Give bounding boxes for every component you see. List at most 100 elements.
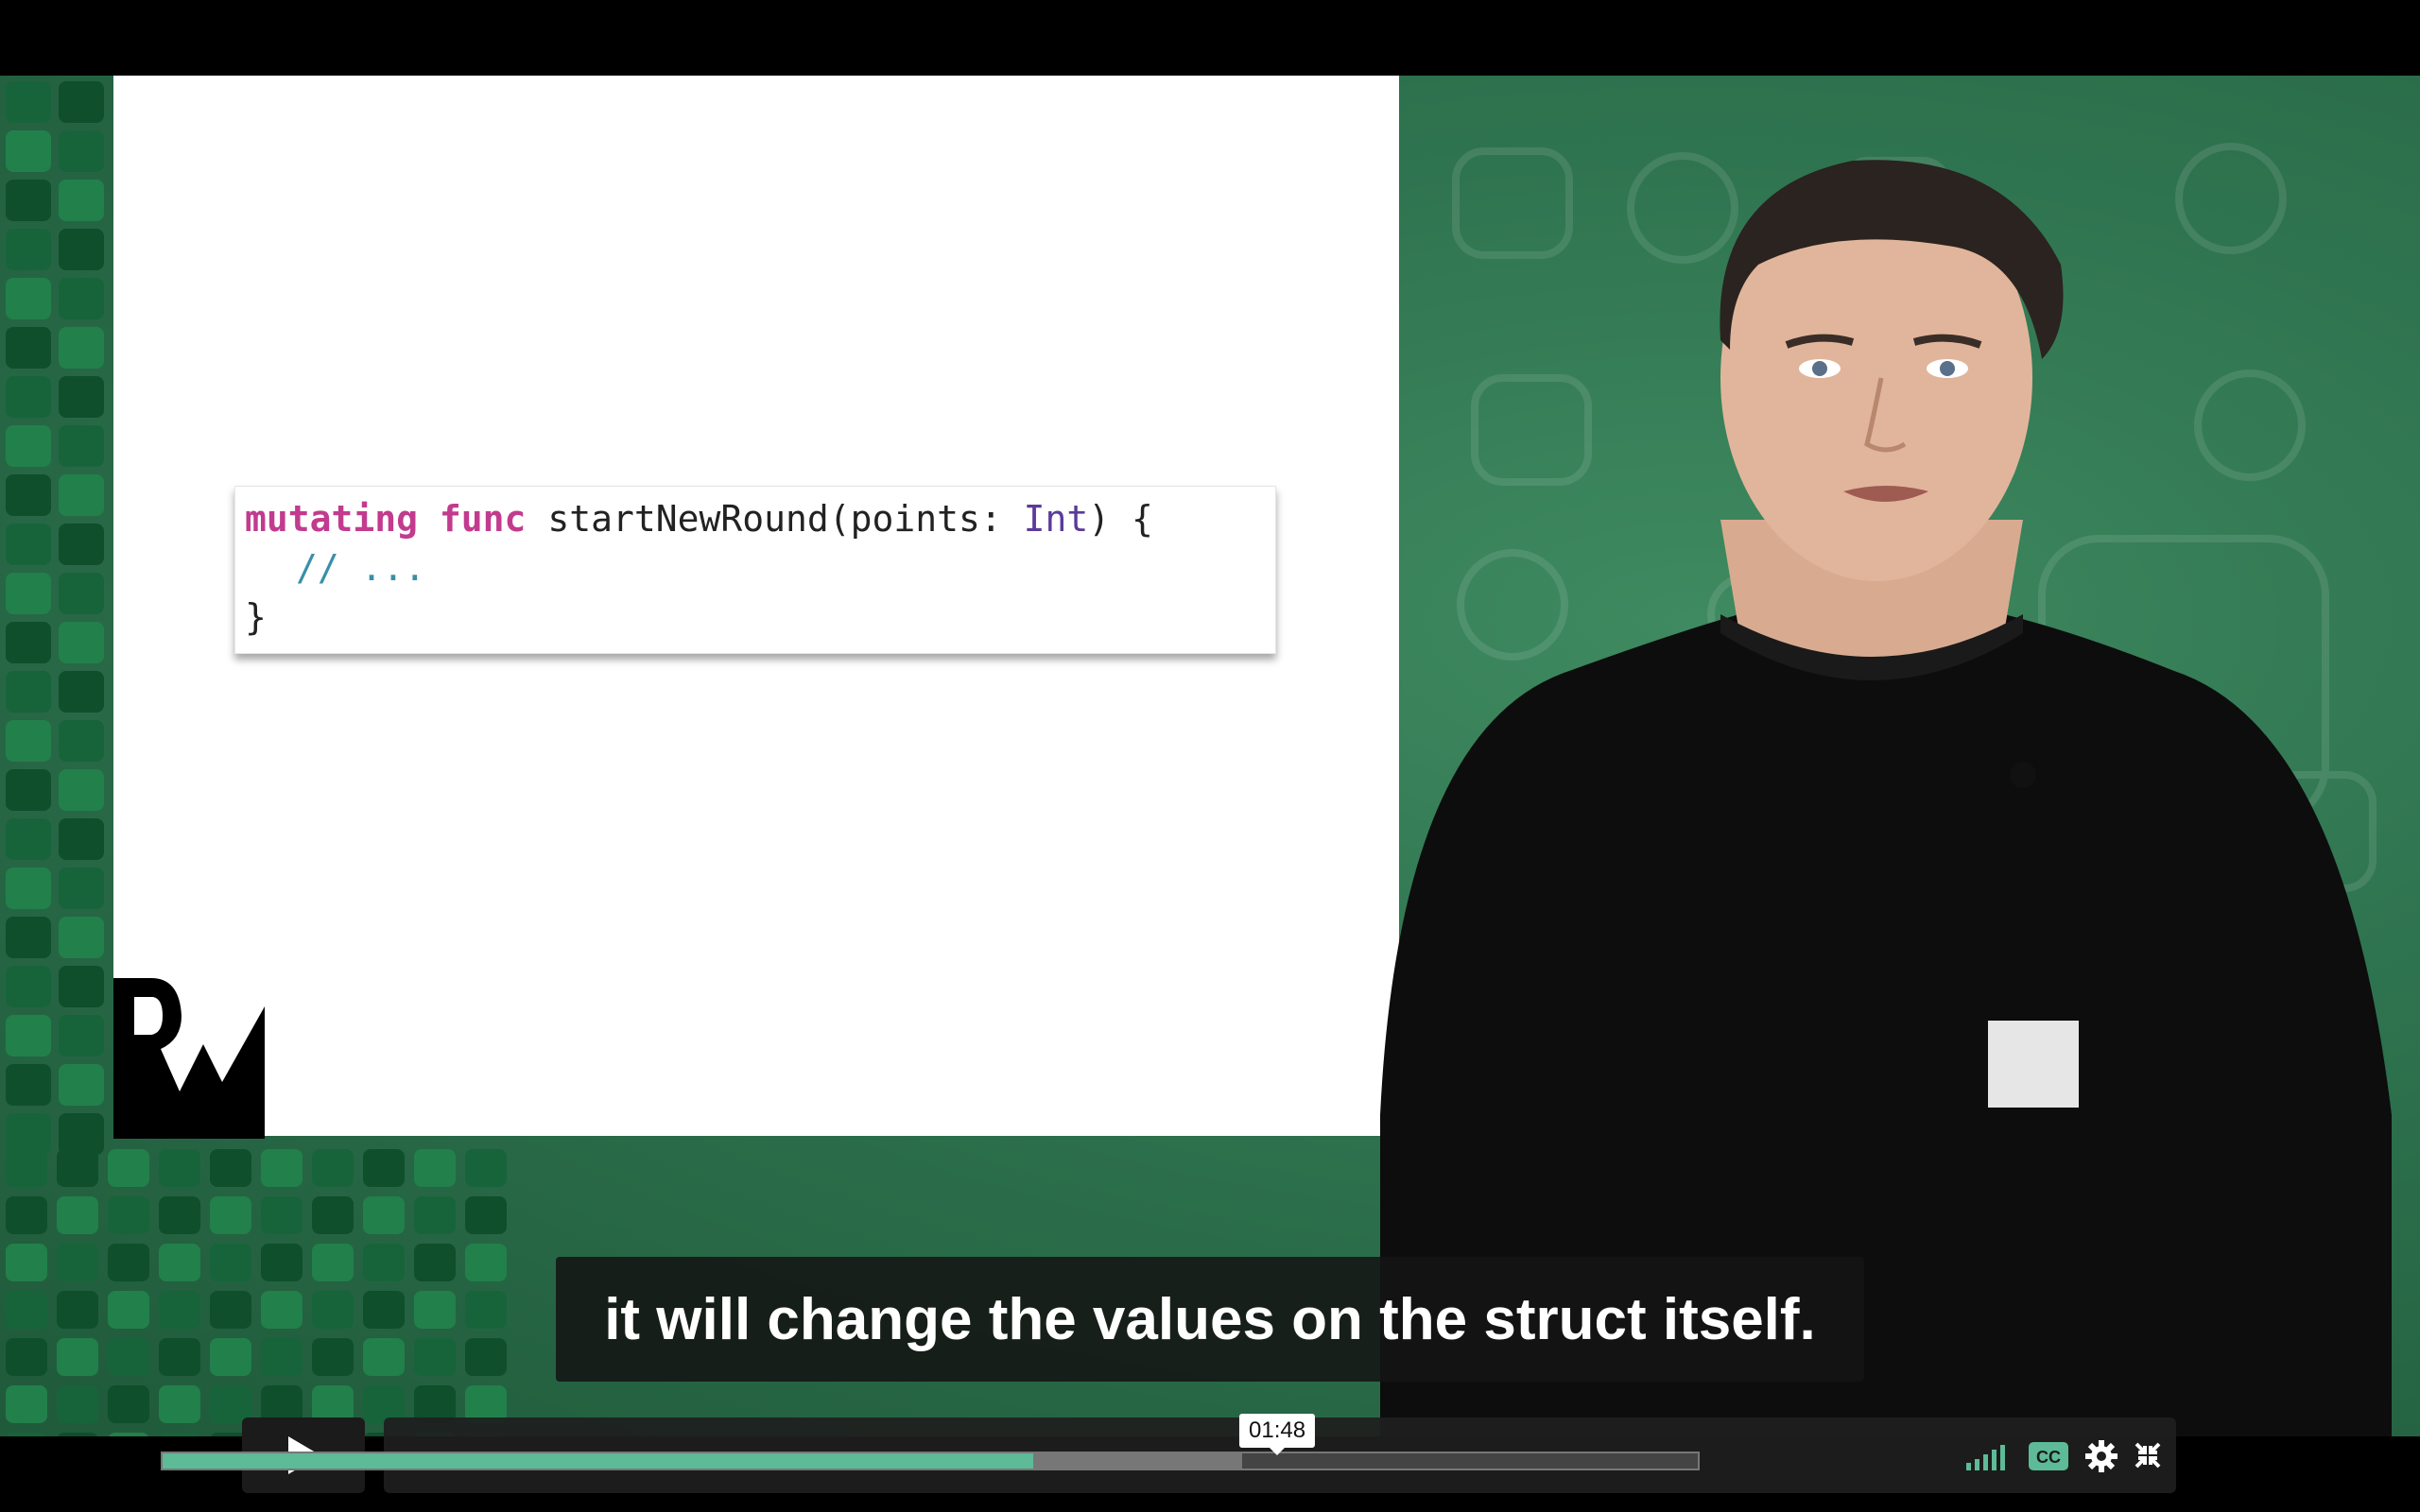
background-tile (59, 818, 104, 860)
background-tile-pattern (0, 76, 110, 1160)
video-frame[interactable]: mutating func startNewRound(points: Int)… (0, 76, 2420, 1436)
background-tile (414, 1196, 456, 1234)
background-tile (363, 1244, 405, 1281)
background-tile (210, 1291, 251, 1329)
background-tile (6, 818, 51, 860)
background-tile (108, 1196, 149, 1234)
code-snippet: mutating func startNewRound(points: Int)… (234, 486, 1276, 654)
background-tile (159, 1149, 200, 1187)
background-tile (414, 1244, 456, 1281)
background-tile (6, 376, 51, 418)
background-tile (59, 474, 104, 516)
background-tile (159, 1291, 200, 1329)
background-tile (210, 1149, 251, 1187)
background-tile (261, 1196, 302, 1234)
background-tile (59, 229, 104, 270)
background-tile (159, 1338, 200, 1376)
fullscreen-exit-icon[interactable] (2135, 1442, 2161, 1469)
background-tile (6, 327, 51, 369)
background-tile (363, 1338, 405, 1376)
background-tile (6, 622, 51, 663)
background-tile (108, 1149, 149, 1187)
cc-icon[interactable]: CC (2029, 1442, 2068, 1470)
caption-text: it will change the values on the struct … (604, 1286, 1816, 1352)
background-tile (59, 180, 104, 221)
background-tile (57, 1196, 98, 1234)
background-tile (6, 1196, 47, 1234)
background-tile (59, 1064, 104, 1106)
background-tile (6, 180, 51, 221)
background-tile (108, 1291, 149, 1329)
background-tile (6, 573, 51, 614)
background-tile (59, 966, 104, 1007)
background-tile (6, 917, 51, 958)
background-tile (6, 966, 51, 1007)
background-tile (465, 1291, 507, 1329)
background-tile (6, 1064, 51, 1106)
caption-box: it will change the values on the struct … (556, 1257, 1864, 1382)
background-tile (6, 81, 51, 123)
background-tile (108, 1433, 149, 1436)
background-tile (57, 1338, 98, 1376)
background-tile (6, 1385, 47, 1423)
background-tile (159, 1196, 200, 1234)
background-tile (363, 1149, 405, 1187)
background-tile (312, 1196, 354, 1234)
background-tile (465, 1149, 507, 1187)
current-time-tooltip: 01:48 (1239, 1414, 1316, 1455)
background-tile (59, 917, 104, 958)
background-tile (6, 1433, 47, 1436)
background-tile (57, 1149, 98, 1187)
background-tile (363, 1291, 405, 1329)
background-tile (6, 769, 51, 811)
background-tile (159, 1244, 200, 1281)
background-tile (59, 769, 104, 811)
svg-text:CC: CC (2036, 1448, 2061, 1467)
background-tile (312, 1291, 354, 1329)
background-tile (108, 1244, 149, 1281)
progress-bar[interactable] (161, 1452, 1700, 1470)
background-tile (6, 278, 51, 319)
background-tile (465, 1196, 507, 1234)
background-tile (414, 1338, 456, 1376)
background-tile (6, 1244, 47, 1281)
background-tile (261, 1291, 302, 1329)
rw-logo (113, 978, 265, 1139)
background-tile (6, 720, 51, 762)
volume-icon[interactable] (1966, 1442, 2012, 1470)
background-tile (6, 1291, 47, 1329)
background-tile (59, 327, 104, 369)
background-tile (312, 1149, 354, 1187)
presentation-slide: mutating func startNewRound(points: Int)… (113, 76, 1399, 1136)
background-tile (57, 1244, 98, 1281)
background-tile (261, 1244, 302, 1281)
background-tile (6, 425, 51, 467)
background-tile (363, 1196, 405, 1234)
background-tile (59, 1015, 104, 1057)
background-tile (6, 1338, 47, 1376)
background-tile (57, 1385, 98, 1423)
background-tile-pattern-bottom (0, 1143, 512, 1436)
background-tile (6, 868, 51, 909)
code-line-2: // ... (296, 547, 426, 589)
background-tile (6, 671, 51, 713)
presenter-video (1380, 160, 2392, 1436)
played-bar (163, 1453, 1033, 1469)
background-tile (59, 425, 104, 467)
background-tile (465, 1244, 507, 1281)
code-line-1: mutating func startNewRound(points: Int)… (245, 498, 1153, 540)
settings-icon[interactable] (2085, 1440, 2118, 1472)
background-tile (59, 376, 104, 418)
background-tile (6, 524, 51, 565)
background-tile (108, 1338, 149, 1376)
background-tile (6, 1149, 47, 1187)
background-tile (312, 1338, 354, 1376)
background-tile (57, 1291, 98, 1329)
background-tile (6, 130, 51, 172)
background-tile (159, 1385, 200, 1423)
background-tile (414, 1149, 456, 1187)
background-tile (6, 474, 51, 516)
background-tile (261, 1149, 302, 1187)
background-tile (59, 671, 104, 713)
background-tile (6, 229, 51, 270)
